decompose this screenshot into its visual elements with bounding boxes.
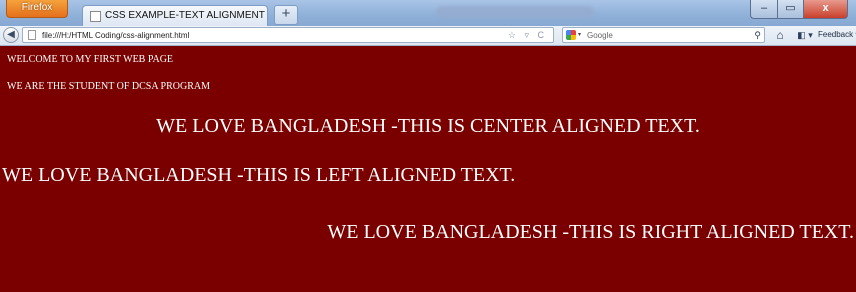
address-bar[interactable]: file:///H:/HTML Coding/css-alignment.htm… [22, 27, 554, 43]
title-bar: Firefox CSS EXAMPLE-TEXT ALIGNMENT + – ▭… [0, 0, 856, 27]
welcome-text: WELCOME TO MY FIRST WEB PAGE [7, 54, 174, 65]
search-bar[interactable]: ▾ Google ⚲ [562, 27, 765, 43]
left-aligned-text: WE LOVE BANGLADESH -THIS IS LEFT ALIGNED… [2, 164, 516, 186]
maximize-button[interactable]: ▭ [778, 0, 804, 19]
center-aligned-text: WE LOVE BANGLADESH -THIS IS CENTER ALIGN… [156, 115, 700, 137]
navigation-bar: ◀ file:///H:/HTML Coding/css-alignment.h… [0, 26, 856, 46]
close-button[interactable]: x [804, 0, 848, 19]
page-content: WELCOME TO MY FIRST WEB PAGE WE ARE THE … [0, 46, 856, 292]
search-icon[interactable]: ⚲ [754, 28, 761, 42]
window-title-blurred [436, 6, 594, 18]
student-text: WE ARE THE STUDENT OF DCSA PROGRAM [7, 81, 210, 92]
minimize-button[interactable]: – [750, 0, 778, 19]
feedback-button[interactable]: Feedback ▾ [818, 27, 856, 43]
back-button[interactable]: ◀ [3, 27, 19, 43]
firefox-menu-button[interactable]: Firefox [6, 0, 68, 18]
page-favicon-icon [90, 11, 101, 22]
google-icon[interactable] [566, 30, 576, 40]
search-placeholder: Google [587, 31, 613, 40]
home-icon[interactable]: ⌂ [772, 27, 788, 43]
tab-title: CSS EXAMPLE-TEXT ALIGNMENT [105, 10, 265, 21]
new-tab-button[interactable]: + [274, 5, 298, 25]
url-text: file:///H:/HTML Coding/css-alignment.htm… [42, 31, 190, 40]
bookmark-star-reload-icon[interactable]: ☆ ▿ C [508, 28, 547, 43]
tab-css-example[interactable]: CSS EXAMPLE-TEXT ALIGNMENT [82, 5, 268, 26]
page-icon [28, 30, 36, 40]
back-arrow-icon: ◀ [7, 29, 15, 40]
firefox-menu-label: Firefox [21, 2, 53, 13]
window-controls: – ▭ x [750, 0, 848, 20]
right-aligned-text: WE LOVE BANGLADESH -THIS IS RIGHT ALIGNE… [327, 221, 854, 243]
search-engine-dropdown-icon[interactable]: ▾ [578, 28, 581, 43]
bookmarks-icon[interactable]: ◧ ▾ [794, 27, 816, 43]
